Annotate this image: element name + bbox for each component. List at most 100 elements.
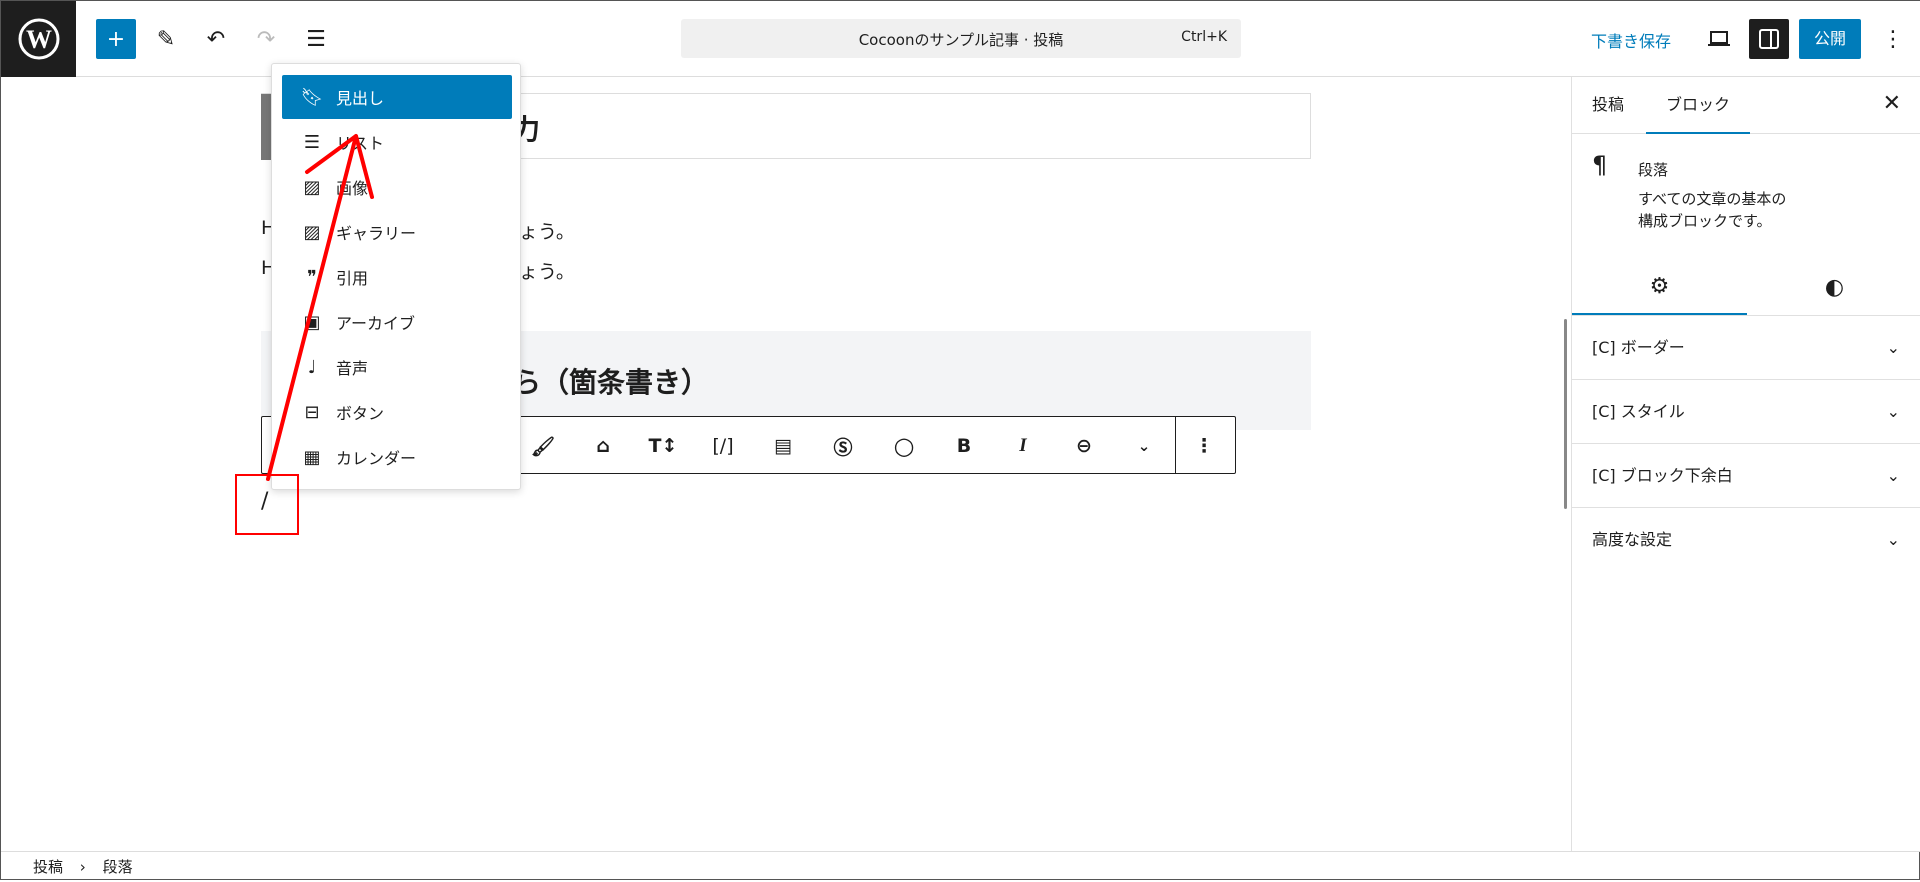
affiliate-button[interactable]: Ⓢ (823, 426, 863, 466)
tab-post[interactable]: 投稿 (1592, 77, 1624, 133)
menu-item-quote[interactable]: ❞ 引用 (282, 255, 512, 299)
calendar-icon: ▦ (303, 446, 321, 468)
menu-item-image[interactable]: ▨ 画像 (282, 165, 512, 209)
settings-toggle-button[interactable] (1749, 19, 1789, 59)
menu-item-gallery[interactable]: ▨ ギャラリー (282, 210, 512, 254)
menu-item-heading[interactable]: 🔖︎ 見出し (282, 75, 512, 119)
menu-item-label: アーカイブ (336, 314, 416, 333)
chevron-down-icon: ⌄ (1886, 466, 1900, 485)
toolbar-divider (1175, 417, 1176, 473)
menu-item-calendar[interactable]: ▦ カレンダー (282, 435, 512, 479)
editor-scrollbar[interactable] (1564, 319, 1567, 509)
bold-button[interactable]: B (944, 426, 984, 466)
title-accent-bar (261, 94, 271, 160)
wordpress-icon: W (18, 18, 59, 60)
font-size-button[interactable]: T↕ (643, 426, 683, 466)
shortcut-hint: Ctrl+K (1181, 29, 1227, 45)
audio-icon: ♩ (307, 356, 317, 378)
command-palette-button[interactable]: Cocoonのサンプル記事 · 投稿 Ctrl+K (681, 19, 1241, 58)
laptop-icon (1708, 31, 1730, 46)
menu-item-label: 引用 (336, 269, 369, 288)
wordpress-logo[interactable]: W (1, 1, 76, 77)
panel-title: [C] ボーダー (1592, 338, 1685, 357)
document-icon: ▤ (774, 435, 792, 457)
tab-block[interactable]: ブロック (1646, 77, 1750, 134)
paragraph-end[interactable]: ょう。 (519, 257, 575, 284)
panel-advanced[interactable]: 高度な設定 ⌄ (1572, 507, 1920, 571)
gear-icon: ⚙ (1649, 273, 1670, 299)
list-view-icon: ☰ (306, 26, 326, 52)
menu-item-audio[interactable]: ♩ 音声 (282, 345, 512, 389)
block-name: 段落 (1638, 161, 1669, 179)
breadcrumb-post[interactable]: 投稿 (33, 858, 63, 876)
document-overview-button[interactable]: ☰ (296, 19, 336, 59)
chevron-down-icon: ⌄ (1886, 338, 1900, 357)
breadcrumb-paragraph[interactable]: 段落 (103, 858, 133, 876)
more-formats-button[interactable]: ⌄ (1124, 426, 1164, 466)
link-button[interactable]: ⊖ (1064, 426, 1104, 466)
kebab-icon: ⋮ (1194, 435, 1214, 457)
menu-item-list[interactable]: ☰ リスト (282, 120, 512, 164)
contrast-icon: ◐ (1824, 274, 1845, 300)
pencil-icon: ✎ (156, 26, 176, 52)
menu-item-label: カレンダー (336, 449, 417, 468)
circle-button[interactable]: ○ (884, 426, 924, 466)
font-size-icon: T↕ (648, 435, 678, 457)
gallery-icon: ▨ (303, 221, 321, 243)
chevron-down-icon: ⌄ (1886, 402, 1900, 421)
menu-item-label: 画像 (336, 179, 369, 198)
quote-icon: ❞ (307, 266, 317, 288)
redo-icon: ↷ (256, 26, 276, 52)
italic-button[interactable]: I (1003, 426, 1043, 466)
bookmark-icon: 🔖︎ (300, 86, 324, 108)
dollar-icon: Ⓢ (833, 436, 853, 459)
options-button[interactable]: ⋮ (1873, 19, 1913, 59)
menu-item-button[interactable]: ⊟ ボタン (282, 390, 512, 434)
menu-item-label: 見出し (336, 89, 385, 108)
svg-text:W: W (26, 25, 52, 54)
shortcode-icon: [/] (712, 435, 734, 457)
plus-icon: + (106, 26, 126, 52)
undo-button[interactable]: ↶ (196, 19, 236, 59)
list-icon: ☰ (303, 131, 321, 153)
save-draft-button[interactable]: 下書き保存 (1591, 28, 1671, 52)
panel-title: [C] スタイル (1592, 402, 1685, 421)
slash-inserter-menu: 🔖︎ 見出し ☰ リスト ▨ 画像 ▨ ギャラリー ❞ 引用 ▣ アーカイブ ♩ 音声 ⊟ ボタ… (271, 63, 521, 490)
panel-border[interactable]: [C] ボーダー ⌄ (1572, 315, 1920, 379)
highlighter-button[interactable]: 🖌︎ (523, 426, 563, 466)
heading-text[interactable]: ら（箇条書き） (513, 361, 709, 401)
chevron-down-icon: ⌄ (1886, 530, 1900, 549)
sidebar-icon (1759, 29, 1779, 49)
chevron-right-icon: › (79, 858, 86, 876)
add-block-button[interactable]: + (96, 19, 136, 59)
brush-icon: 🖌︎ (530, 435, 556, 458)
kebab-icon: ⋮ (1882, 26, 1904, 52)
menu-item-archive[interactable]: ▣ アーカイブ (282, 300, 512, 344)
publish-button[interactable]: 公開 (1799, 19, 1861, 59)
shortcode-button[interactable]: [/] (703, 426, 743, 466)
tab-styles[interactable]: ◐ (1747, 259, 1920, 315)
block-description: 構成ブロックです。 (1638, 212, 1772, 230)
bold-icon: B (956, 435, 972, 457)
circle-icon: ○ (893, 432, 915, 460)
italic-icon: I (1019, 435, 1027, 456)
tab-settings[interactable]: ⚙ (1572, 259, 1747, 315)
tools-button[interactable]: ✎ (146, 19, 186, 59)
chevron-down-icon: ⌄ (1137, 437, 1151, 455)
undo-icon: ↶ (206, 26, 226, 52)
archive-icon: ▣ (303, 311, 321, 333)
panel-block-margin[interactable]: [C] ブロック下余白 ⌄ (1572, 443, 1920, 507)
preview-button[interactable] (1699, 19, 1739, 59)
close-icon: ✕ (1882, 91, 1901, 116)
panel-style[interactable]: [C] スタイル ⌄ (1572, 379, 1920, 443)
paragraph-end[interactable]: ょう。 (519, 217, 575, 244)
template-button[interactable]: ▤ (763, 426, 803, 466)
block-options-button[interactable]: ⋮ (1184, 426, 1224, 466)
tag-icon: ⌂ (596, 435, 610, 457)
button-icon: ⊟ (304, 401, 320, 423)
breadcrumb: 投稿 › 段落 (1, 851, 1920, 881)
block-description: すべての文章の基本の (1638, 190, 1787, 208)
close-sidebar-button[interactable]: ✕ (1883, 91, 1901, 116)
tag-button[interactable]: ⌂ (583, 426, 623, 466)
redo-button[interactable]: ↷ (246, 19, 286, 59)
